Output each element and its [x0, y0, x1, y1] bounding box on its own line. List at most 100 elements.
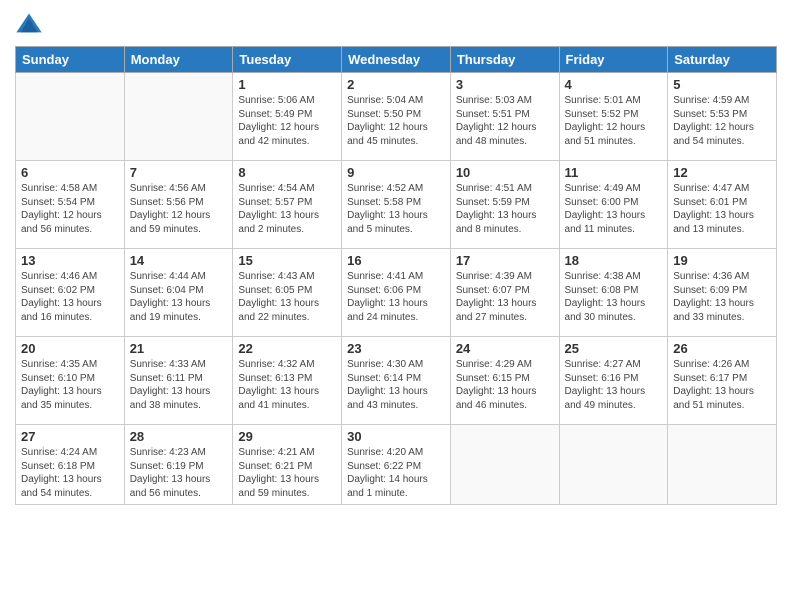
- page-container: SundayMondayTuesdayWednesdayThursdayFrid…: [0, 0, 792, 515]
- day-number: 27: [21, 429, 119, 444]
- calendar-cell: 18 Sunrise: 4:38 AM Sunset: 6:08 PM Dayli…: [559, 249, 668, 337]
- cell-info: Sunrise: 4:38 AM Sunset: 6:08 PM Dayligh…: [565, 270, 663, 324]
- day-number: 13: [21, 253, 119, 268]
- calendar-cell: [124, 73, 233, 161]
- calendar-cell: [559, 425, 668, 505]
- day-number: 30: [347, 429, 445, 444]
- day-number: 17: [456, 253, 554, 268]
- day-number: 25: [565, 341, 663, 356]
- weekday-header: Saturday: [668, 47, 777, 73]
- cell-info: Sunrise: 4:36 AM Sunset: 6:09 PM Dayligh…: [673, 270, 771, 324]
- logo: [15, 10, 45, 38]
- calendar-week-row: 1 Sunrise: 5:06 AM Sunset: 5:49 PM Daylig…: [16, 73, 777, 161]
- cell-info: Sunrise: 4:39 AM Sunset: 6:07 PM Dayligh…: [456, 270, 554, 324]
- calendar-cell: 17 Sunrise: 4:39 AM Sunset: 6:07 PM Dayli…: [450, 249, 559, 337]
- cell-info: Sunrise: 5:06 AM Sunset: 5:49 PM Dayligh…: [238, 94, 336, 148]
- calendar-cell: 1 Sunrise: 5:06 AM Sunset: 5:49 PM Daylig…: [233, 73, 342, 161]
- day-number: 7: [130, 165, 228, 180]
- cell-info: Sunrise: 4:21 AM Sunset: 6:21 PM Dayligh…: [238, 446, 336, 500]
- cell-info: Sunrise: 5:03 AM Sunset: 5:51 PM Dayligh…: [456, 94, 554, 148]
- day-number: 12: [673, 165, 771, 180]
- day-number: 1: [238, 77, 336, 92]
- cell-info: Sunrise: 4:47 AM Sunset: 6:01 PM Dayligh…: [673, 182, 771, 236]
- calendar-cell: 8 Sunrise: 4:54 AM Sunset: 5:57 PM Daylig…: [233, 161, 342, 249]
- day-number: 23: [347, 341, 445, 356]
- calendar-cell: 2 Sunrise: 5:04 AM Sunset: 5:50 PM Daylig…: [342, 73, 451, 161]
- day-number: 8: [238, 165, 336, 180]
- day-number: 5: [673, 77, 771, 92]
- calendar-cell: [668, 425, 777, 505]
- day-number: 10: [456, 165, 554, 180]
- cell-info: Sunrise: 5:04 AM Sunset: 5:50 PM Dayligh…: [347, 94, 445, 148]
- day-number: 15: [238, 253, 336, 268]
- calendar-cell: 29 Sunrise: 4:21 AM Sunset: 6:21 PM Dayli…: [233, 425, 342, 505]
- calendar-cell: 25 Sunrise: 4:27 AM Sunset: 6:16 PM Dayli…: [559, 337, 668, 425]
- calendar-week-row: 27 Sunrise: 4:24 AM Sunset: 6:18 PM Dayli…: [16, 425, 777, 505]
- weekday-header: Friday: [559, 47, 668, 73]
- cell-info: Sunrise: 4:35 AM Sunset: 6:10 PM Dayligh…: [21, 358, 119, 412]
- calendar-cell: 28 Sunrise: 4:23 AM Sunset: 6:19 PM Dayli…: [124, 425, 233, 505]
- weekday-header: Thursday: [450, 47, 559, 73]
- calendar-week-row: 6 Sunrise: 4:58 AM Sunset: 5:54 PM Daylig…: [16, 161, 777, 249]
- calendar-cell: 9 Sunrise: 4:52 AM Sunset: 5:58 PM Daylig…: [342, 161, 451, 249]
- cell-info: Sunrise: 4:56 AM Sunset: 5:56 PM Dayligh…: [130, 182, 228, 236]
- cell-info: Sunrise: 4:20 AM Sunset: 6:22 PM Dayligh…: [347, 446, 445, 500]
- calendar-cell: 6 Sunrise: 4:58 AM Sunset: 5:54 PM Daylig…: [16, 161, 125, 249]
- day-number: 3: [456, 77, 554, 92]
- calendar-table: SundayMondayTuesdayWednesdayThursdayFrid…: [15, 46, 777, 505]
- day-number: 18: [565, 253, 663, 268]
- cell-info: Sunrise: 4:29 AM Sunset: 6:15 PM Dayligh…: [456, 358, 554, 412]
- cell-info: Sunrise: 4:23 AM Sunset: 6:19 PM Dayligh…: [130, 446, 228, 500]
- day-number: 2: [347, 77, 445, 92]
- calendar-cell: 27 Sunrise: 4:24 AM Sunset: 6:18 PM Dayli…: [16, 425, 125, 505]
- calendar-cell: 26Sunrise: 4:26 AM Sunset: 6:17 PM Dayli…: [668, 337, 777, 425]
- cell-info: Sunrise: 4:30 AM Sunset: 6:14 PM Dayligh…: [347, 358, 445, 412]
- page-header: [15, 10, 777, 38]
- calendar-cell: 30 Sunrise: 4:20 AM Sunset: 6:22 PM Dayli…: [342, 425, 451, 505]
- day-number: 11: [565, 165, 663, 180]
- day-number: 20: [21, 341, 119, 356]
- calendar-cell: 19 Sunrise: 4:36 AM Sunset: 6:09 PM Dayli…: [668, 249, 777, 337]
- weekday-header: Sunday: [16, 47, 125, 73]
- cell-info: Sunrise: 4:52 AM Sunset: 5:58 PM Dayligh…: [347, 182, 445, 236]
- weekday-header: Wednesday: [342, 47, 451, 73]
- calendar-week-row: 13Sunrise: 4:46 AM Sunset: 6:02 PM Dayli…: [16, 249, 777, 337]
- calendar-cell: 13Sunrise: 4:46 AM Sunset: 6:02 PM Dayli…: [16, 249, 125, 337]
- day-number: 19: [673, 253, 771, 268]
- calendar-cell: 10 Sunrise: 4:51 AM Sunset: 5:59 PM Dayli…: [450, 161, 559, 249]
- calendar-cell: 20 Sunrise: 4:35 AM Sunset: 6:10 PM Dayli…: [16, 337, 125, 425]
- day-number: 9: [347, 165, 445, 180]
- cell-info: Sunrise: 4:54 AM Sunset: 5:57 PM Dayligh…: [238, 182, 336, 236]
- calendar-cell: [16, 73, 125, 161]
- calendar-cell: 24 Sunrise: 4:29 AM Sunset: 6:15 PM Dayli…: [450, 337, 559, 425]
- cell-info: Sunrise: 4:32 AM Sunset: 6:13 PM Dayligh…: [238, 358, 336, 412]
- weekday-header: Monday: [124, 47, 233, 73]
- cell-info: Sunrise: 4:33 AM Sunset: 6:11 PM Dayligh…: [130, 358, 228, 412]
- day-number: 22: [238, 341, 336, 356]
- day-number: 24: [456, 341, 554, 356]
- day-number: 14: [130, 253, 228, 268]
- calendar-week-row: 20 Sunrise: 4:35 AM Sunset: 6:10 PM Dayli…: [16, 337, 777, 425]
- weekday-header: Tuesday: [233, 47, 342, 73]
- cell-info: Sunrise: 5:01 AM Sunset: 5:52 PM Dayligh…: [565, 94, 663, 148]
- day-number: 6: [21, 165, 119, 180]
- calendar-cell: 3 Sunrise: 5:03 AM Sunset: 5:51 PM Daylig…: [450, 73, 559, 161]
- calendar-cell: 22 Sunrise: 4:32 AM Sunset: 6:13 PM Dayli…: [233, 337, 342, 425]
- weekday-header-row: SundayMondayTuesdayWednesdayThursdayFrid…: [16, 47, 777, 73]
- calendar-cell: 7 Sunrise: 4:56 AM Sunset: 5:56 PM Daylig…: [124, 161, 233, 249]
- cell-info: Sunrise: 4:27 AM Sunset: 6:16 PM Dayligh…: [565, 358, 663, 412]
- cell-info: Sunrise: 4:58 AM Sunset: 5:54 PM Dayligh…: [21, 182, 119, 236]
- day-number: 29: [238, 429, 336, 444]
- cell-info: Sunrise: 4:43 AM Sunset: 6:05 PM Dayligh…: [238, 270, 336, 324]
- cell-info: Sunrise: 4:44 AM Sunset: 6:04 PM Dayligh…: [130, 270, 228, 324]
- calendar-cell: [450, 425, 559, 505]
- day-number: 28: [130, 429, 228, 444]
- cell-info: Sunrise: 4:51 AM Sunset: 5:59 PM Dayligh…: [456, 182, 554, 236]
- day-number: 16: [347, 253, 445, 268]
- cell-info: Sunrise: 4:49 AM Sunset: 6:00 PM Dayligh…: [565, 182, 663, 236]
- calendar-cell: 11 Sunrise: 4:49 AM Sunset: 6:00 PM Dayli…: [559, 161, 668, 249]
- day-number: 21: [130, 341, 228, 356]
- cell-info: Sunrise: 4:24 AM Sunset: 6:18 PM Dayligh…: [21, 446, 119, 500]
- day-number: 26: [673, 341, 771, 356]
- calendar-cell: 14 Sunrise: 4:44 AM Sunset: 6:04 PM Dayli…: [124, 249, 233, 337]
